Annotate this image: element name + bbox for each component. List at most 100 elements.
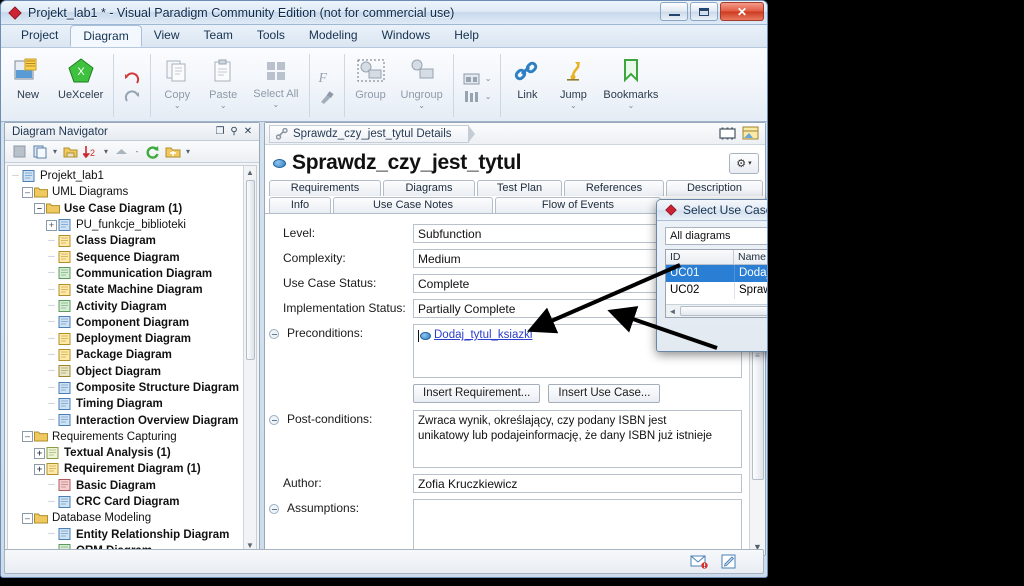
message-alert-icon[interactable] <box>689 554 709 570</box>
open-folder-icon[interactable] <box>62 143 79 160</box>
menu-item-windows[interactable]: Windows <box>370 25 443 47</box>
expand-toggle-icon[interactable]: + <box>46 219 57 231</box>
tree-item-database-modeling[interactable]: – Database Modeling <box>10 510 243 526</box>
menu-item-view[interactable]: View <box>142 25 192 47</box>
tree-item-projekt-lab1[interactable]: ─ Projekt_lab1 <box>10 168 243 184</box>
tree-item-class-diagram[interactable]: ─ Class Diagram <box>10 233 243 249</box>
diagram-scope-dropdown[interactable]: All diagrams ▼ <box>665 227 767 245</box>
tab-requirements[interactable]: Requirements <box>269 180 381 196</box>
ribbon-button-uexceler[interactable]: X UeXceler <box>51 50 110 121</box>
tree-vertical-scrollbar[interactable]: ▲ ▼ <box>243 166 256 552</box>
chevron-down-icon[interactable]: ⌄ <box>273 101 280 109</box>
chevron-down-icon[interactable]: ⌄ <box>485 75 492 83</box>
ribbon-button-paste[interactable]: Paste ⌄ <box>200 50 246 121</box>
tree-item-communication-diagram[interactable]: ─ Communication Diagram <box>10 266 243 282</box>
tab-use-case-notes[interactable]: Use Case Notes <box>333 197 493 213</box>
tab-info[interactable]: Info <box>269 197 331 213</box>
ribbon-button-new[interactable]: New <box>5 50 51 121</box>
menu-item-project[interactable]: Project <box>9 25 70 47</box>
collapse-up-icon[interactable] <box>113 143 130 160</box>
collapse-toggle-icon[interactable] <box>269 329 279 339</box>
open-project-icon[interactable] <box>741 125 761 143</box>
tab-description[interactable]: Description <box>666 180 763 196</box>
breadcrumb[interactable]: Sprawdz_czy_jest_tytul Details <box>269 124 475 143</box>
chevron-down-icon[interactable]: ⌄ <box>485 93 492 101</box>
close-icon[interactable]: ✕ <box>241 125 255 139</box>
tree-item-component-diagram[interactable]: ─ Component Diagram <box>10 315 243 331</box>
menu-item-tools[interactable]: Tools <box>245 25 297 47</box>
new-diagram-icon[interactable] <box>31 143 48 160</box>
menu-item-help[interactable]: Help <box>442 25 491 47</box>
tree-item-crc-card-diagram[interactable]: ─ CRC Card Diagram <box>10 494 243 510</box>
author-input[interactable]: Zofia Kruczkiewicz <box>413 474 742 493</box>
tree-item-timing-diagram[interactable]: ─ Timing Diagram <box>10 396 243 412</box>
menu-item-diagram[interactable]: Diagram <box>70 25 142 47</box>
collapse-toggle-icon[interactable]: – <box>22 512 33 524</box>
tab-flow-of-events[interactable]: Flow of Events <box>495 197 661 213</box>
insert-requirement-button[interactable]: Insert Requirement... <box>413 384 541 403</box>
chevron-down-icon[interactable]: ▾ <box>184 147 192 156</box>
insert-use-case-button[interactable]: Insert Use Case... <box>548 384 661 403</box>
column-header-id[interactable]: ID <box>666 250 734 264</box>
ribbon-button-select-all[interactable]: Select All ⌄ <box>246 50 305 121</box>
menu-item-team[interactable]: Team <box>192 25 245 47</box>
tree-item-package-diagram[interactable]: ─ Package Diagram <box>10 347 243 363</box>
collapse-toggle-icon[interactable]: – <box>34 203 45 215</box>
tree-item-basic-diagram[interactable]: ─ Basic Diagram <box>10 478 243 494</box>
tab-diagrams[interactable]: Diagrams <box>383 180 475 196</box>
tab-references[interactable]: References <box>564 180 664 196</box>
table-horizontal-scrollbar[interactable]: ◄ ⦀ ► <box>666 304 767 317</box>
tree-item-state-machine-diagram[interactable]: ─ State Machine Diagram <box>10 282 243 298</box>
ribbon-button-distribute[interactable]: ⌄ <box>463 90 492 104</box>
table-row[interactable]: UC01 Dodaj_tytul_ksiazki Bibliotekarz <box>666 265 767 282</box>
ribbon-button-undo[interactable] <box>123 71 141 86</box>
tree-item-pu-funkcje-biblioteki[interactable]: + PU_funkcje_biblioteki <box>10 217 243 233</box>
precondition-use-case-link[interactable]: Dodaj_tytul_ksiazki <box>420 328 532 343</box>
ribbon-button-align[interactable]: ⌄ <box>463 72 492 86</box>
table-row[interactable]: UC02 Sprawdz_czy_jest_tytul <box>666 282 767 299</box>
scroll-thumb[interactable]: ⦀ <box>680 306 767 316</box>
collapse-toggle-icon[interactable] <box>269 415 279 425</box>
tree-item-deployment-diagram[interactable]: ─ Deployment Diagram <box>10 331 243 347</box>
sort-descending-icon[interactable]: 2 <box>82 143 99 160</box>
tree-item-requirements-capturing[interactable]: – Requirements Capturing <box>10 429 243 445</box>
ribbon-button-jump[interactable]: Jump ⌄ <box>550 50 596 121</box>
expand-toggle-icon[interactable]: + <box>34 463 45 475</box>
ribbon-button-bookmarks[interactable]: Bookmarks ⌄ <box>596 50 665 121</box>
tree-item-sequence-diagram[interactable]: ─ Sequence Diagram <box>10 249 243 265</box>
maximize-button[interactable] <box>690 2 718 21</box>
scroll-up-arrow[interactable]: ▲ <box>246 166 254 179</box>
chevron-down-icon[interactable]: ▾ <box>51 147 59 156</box>
chevron-down-icon[interactable]: ⌄ <box>220 102 227 110</box>
close-button[interactable]: ✕ <box>720 2 764 21</box>
refresh-icon[interactable] <box>144 143 161 160</box>
collapse-toggle-icon[interactable]: – <box>22 186 33 198</box>
tree-item-activity-diagram[interactable]: ─ Activity Diagram <box>10 298 243 314</box>
scroll-thumb[interactable] <box>245 180 255 360</box>
folder-options-icon[interactable] <box>164 143 181 160</box>
scroll-left-arrow[interactable]: ◄ <box>666 307 679 316</box>
collapse-toggle-icon[interactable]: – <box>22 431 33 443</box>
tree-item-requirement-diagram-1[interactable]: + Requirement Diagram (1) <box>10 461 243 477</box>
ribbon-button-format-painter[interactable] <box>319 90 335 105</box>
float-icon[interactable]: ❐ <box>213 125 227 139</box>
tree-item-use-case-diagram-1[interactable]: – Use Case Diagram (1) <box>10 201 243 217</box>
ribbon-button-redo[interactable] <box>123 89 141 104</box>
tree-item-object-diagram[interactable]: ─ Object Diagram <box>10 364 243 380</box>
pin-icon[interactable]: ⚲ <box>227 125 241 139</box>
chevron-down-icon[interactable]: ⌄ <box>570 102 577 110</box>
chevron-down-icon[interactable]: ⌄ <box>418 102 425 110</box>
stop-icon[interactable] <box>11 143 28 160</box>
tree-item-composite-structure-diagram[interactable]: ─ Composite Structure Diagram <box>10 380 243 396</box>
assumptions-editor[interactable] <box>413 499 742 555</box>
tree-item-entity-relationship-diagram[interactable]: ─ Entity Relationship Diagram <box>10 527 243 543</box>
ribbon-button-ungroup[interactable]: Ungroup ⌄ <box>394 50 450 121</box>
tab-test-plan[interactable]: Test Plan <box>477 180 562 196</box>
collapse-toggle-icon[interactable] <box>269 504 279 514</box>
tree-item-interaction-overview-diagram[interactable]: ─ Interaction Overview Diagram <box>10 412 243 428</box>
expand-toggle-icon[interactable]: + <box>34 447 45 459</box>
note-edit-icon[interactable] <box>719 554 739 570</box>
chevron-down-icon[interactable]: ▾ <box>102 147 110 156</box>
chevron-down-icon[interactable]: ⌄ <box>174 102 181 110</box>
column-header-name[interactable]: Name <box>734 250 767 264</box>
